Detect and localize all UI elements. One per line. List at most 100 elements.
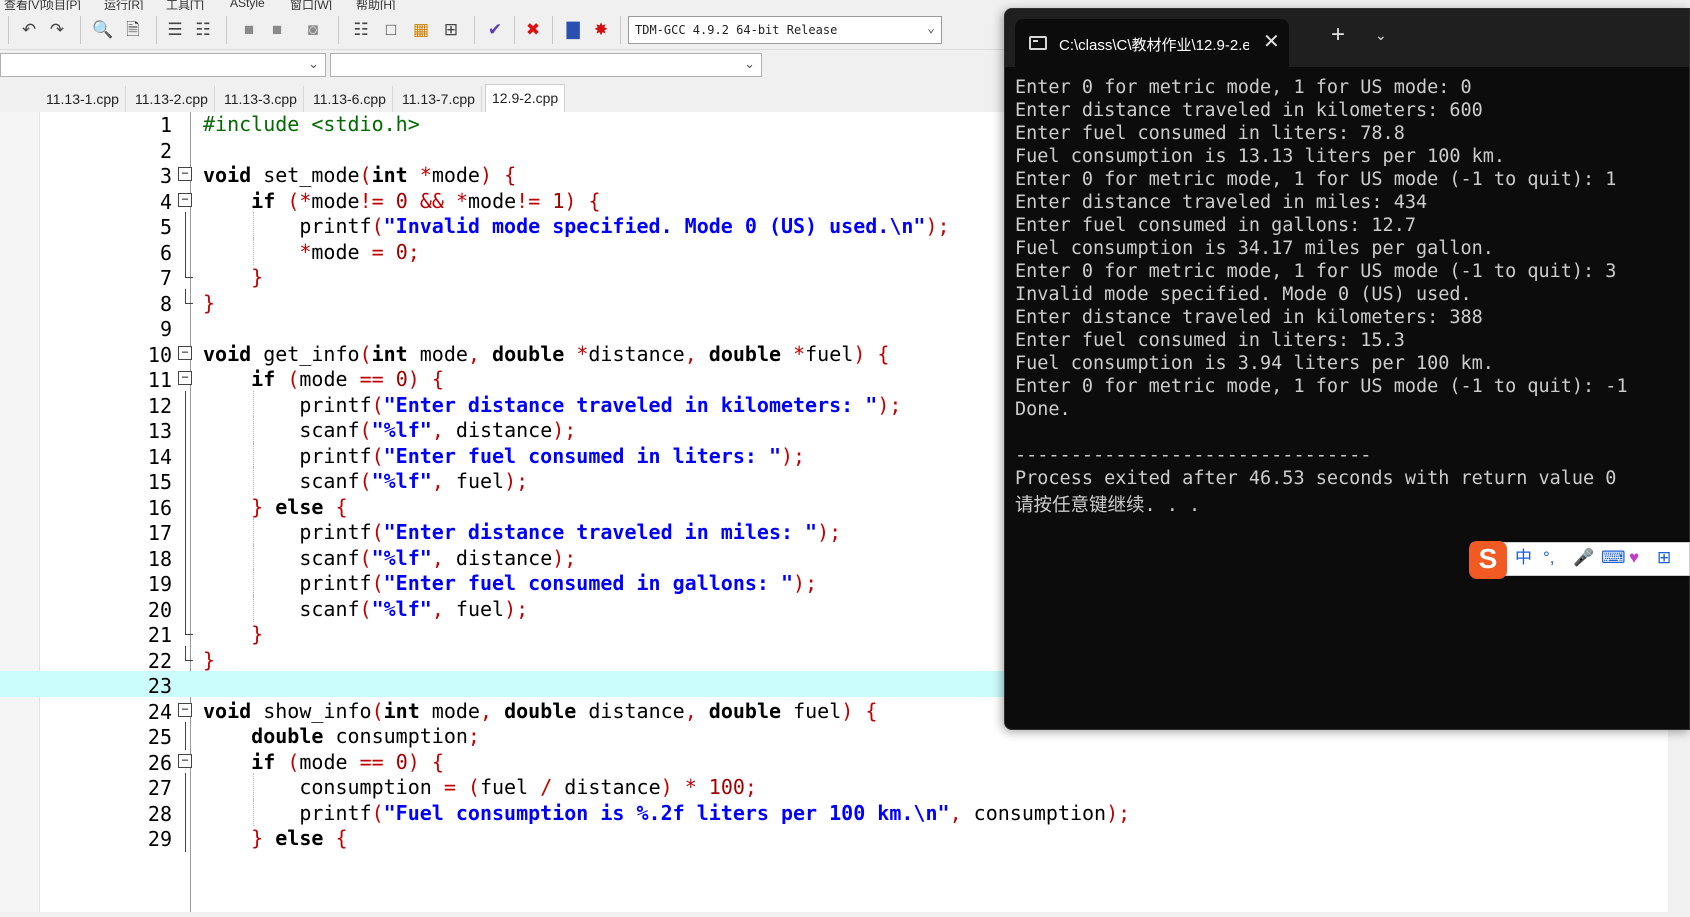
code-line[interactable]: 29 } else { [0, 824, 1668, 852]
line-number: 26 [147, 750, 172, 775]
fold-end-marker [185, 645, 193, 661]
code-line[interactable]: 28 printf("Fuel consumption is %.2f lite… [0, 798, 1668, 826]
code-text: scanf("%lf", fuel); [203, 596, 529, 621]
sogou-logo[interactable]: S [1469, 541, 1507, 579]
tab-11-13-2[interactable]: 11.13-2.cpp [129, 86, 215, 112]
tab-11-13-3[interactable]: 11.13-3.cpp [218, 86, 304, 112]
code-text: } [251, 265, 264, 289]
compiler-select-value: TDM-GCC 4.9.2 64-bit Release [635, 23, 838, 37]
toolbox-icon[interactable]: ⊞ [1657, 549, 1671, 566]
compiler-select[interactable]: TDM-GCC 4.9.2 64-bit Release ⌄ [628, 16, 942, 44]
code-text: printf("Enter fuel consumed in liters: "… [203, 443, 806, 468]
menu-run[interactable]: 运行[R] [104, 0, 143, 10]
chevron-down-icon[interactable]: ⌄ [308, 56, 319, 72]
tab-11-13-6[interactable]: 11.13-6.cpp [307, 86, 393, 112]
fold-line-marker [185, 212, 186, 240]
console-line: Enter fuel consumed in liters: 15.3 [1015, 330, 1405, 351]
code-line[interactable]: 27 consumption = (fuel / distance) * 100… [0, 773, 1668, 801]
microphone-icon[interactable]: 🎤 [1573, 549, 1594, 566]
class-combo[interactable]: ⌄ [0, 53, 326, 77]
line-number: 23 [147, 674, 172, 698]
skin-icon[interactable]: ♥ [1629, 549, 1639, 566]
console-line: Process exited after 46.53 seconds with … [1015, 468, 1617, 489]
class-combo-row: ⌄ ⌄ [0, 50, 1010, 80]
console-line: Enter distance traveled in kilometers: 6… [1015, 100, 1483, 121]
code-text: scanf("%lf", distance); [203, 545, 577, 570]
fold-end-marker [185, 620, 193, 635]
menu-view[interactable]: 查看[V] [4, 0, 43, 10]
console-title: C:\class\C\教材作业\12.9-2.exe [1059, 37, 1249, 54]
line-number: 24 [147, 699, 172, 724]
tab-12-9-2[interactable]: 12.9-2.cpp [485, 84, 566, 112]
line-number: 13 [147, 419, 172, 443]
chevron-down-icon[interactable]: ⌄ [744, 56, 755, 72]
grid-icon[interactable]: ☷ [348, 16, 374, 42]
profile-icon[interactable]: ✸ [588, 16, 614, 42]
line-number: 1 [159, 113, 172, 137]
console-line: Enter 0 for metric mode, 1 for US mode (… [1015, 261, 1617, 282]
fold-toggle-icon[interactable]: − [178, 371, 192, 385]
code-text: printf("Invalid mode specified. Mode 0 (… [203, 214, 950, 238]
fold-line-marker [185, 518, 186, 546]
page-setup-icon[interactable]: 🗎 [120, 16, 146, 42]
line-number: 17 [147, 521, 172, 545]
menu-astyle[interactable]: AStyle [230, 0, 265, 10]
console-line: Fuel consumption is 13.13 liters per 100… [1015, 146, 1506, 167]
toolbar-separator [552, 16, 553, 44]
fold-toggle-icon[interactable]: − [178, 753, 192, 768]
ime-punctuation[interactable]: °, [1543, 549, 1555, 566]
function-combo[interactable]: ⌄ [330, 53, 762, 77]
ime-toolbar[interactable]: S 中 °, 🎤 ⌨ ♥ ⊞ [1469, 541, 1690, 579]
toggle-comment-icon[interactable]: ◙ [300, 16, 326, 42]
ime-chinese-mode[interactable]: 中 [1515, 549, 1532, 566]
code-text: printf("Enter fuel consumed in gallons: … [203, 571, 818, 595]
bookmark-next-icon[interactable]: ■ [264, 16, 290, 42]
redo-icon[interactable]: ↷ [44, 16, 70, 42]
chevron-down-icon[interactable]: ⌄ [927, 21, 935, 36]
code-text: if (mode == 0) { [251, 749, 444, 774]
line-number: 8 [159, 291, 172, 316]
console-tab[interactable]: C:\class\C\教材作业\12.9-2.exe ✕ [1015, 19, 1289, 67]
fold-line-marker [185, 773, 186, 801]
toolbar-separator [80, 16, 81, 44]
bookmark-icon[interactable]: ■ [236, 16, 262, 42]
keyboard-icon[interactable]: ⌨ [1601, 549, 1626, 566]
fold-toggle-icon[interactable]: − [178, 702, 192, 717]
layout-icon[interactable]: ⊞ [438, 16, 464, 42]
undo-icon[interactable]: ↶ [16, 16, 42, 42]
code-line[interactable]: 26− if (mode == 0) { [0, 748, 1668, 775]
window-icon[interactable]: □ [378, 16, 404, 42]
fold-line-marker [185, 594, 186, 622]
code-text: printf("Enter distance traveled in kilom… [203, 392, 902, 417]
indent-icon[interactable]: ☰ [162, 16, 188, 42]
tab-11-13-1[interactable]: 11.13-1.cpp [40, 86, 126, 112]
fold-line-marker [185, 467, 186, 495]
line-number: 6 [159, 240, 172, 265]
menu-help[interactable]: 帮助[H] [356, 0, 395, 10]
line-number: 10 [147, 342, 172, 367]
console-window[interactable]: C:\class\C\教材作业\12.9-2.exe ✕ + ⌄ Enter 0… [1004, 8, 1690, 730]
line-number: 28 [147, 801, 172, 826]
tile-icon[interactable]: ▦ [408, 16, 434, 42]
unindent-icon[interactable]: ☷ [190, 16, 216, 42]
menu-project[interactable]: 项目[P] [42, 0, 81, 10]
print-preview-icon[interactable]: 🔍 [90, 16, 116, 42]
fold-toggle-icon[interactable]: − [178, 192, 192, 207]
console-line: Enter 0 for metric mode, 1 for US mode: … [1015, 77, 1472, 98]
tab-11-13-7[interactable]: 11.13-7.cpp [396, 86, 482, 112]
toolbar-separator [338, 16, 339, 44]
stop-icon[interactable]: ✖ [520, 16, 546, 42]
fold-toggle-icon[interactable]: − [178, 167, 192, 181]
console-line: 请按任意键继续. . . [1015, 495, 1201, 516]
new-tab-icon[interactable]: + [1331, 23, 1345, 47]
chart-icon[interactable]: ▇ [560, 16, 586, 42]
chevron-down-icon[interactable]: ⌄ [1375, 27, 1387, 44]
fold-toggle-icon[interactable]: − [178, 345, 192, 360]
line-number: 20 [147, 597, 172, 622]
menu-window[interactable]: 窗口[W] [290, 0, 332, 10]
check-syntax-icon[interactable]: ✔ [482, 16, 508, 42]
close-icon[interactable]: ✕ [1263, 29, 1280, 54]
menu-tools[interactable]: 工具[T] [166, 0, 204, 10]
line-number: 29 [147, 827, 172, 851]
